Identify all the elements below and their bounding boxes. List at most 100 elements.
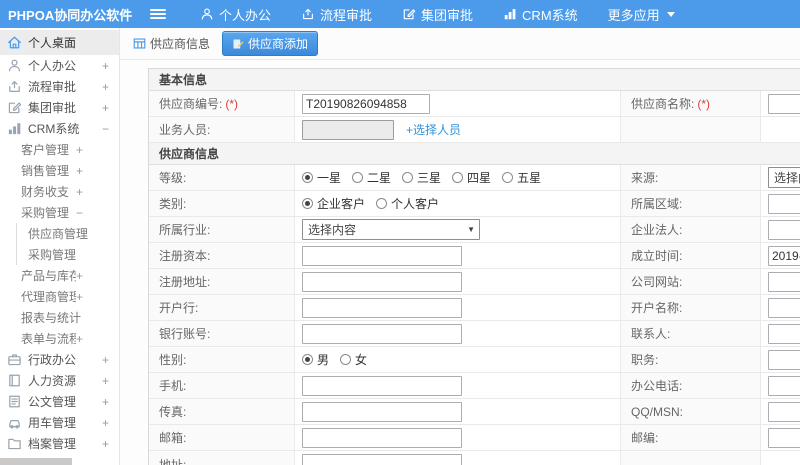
field-label: 开户行: [149, 295, 295, 320]
sidebar-item[interactable]: 财务收支 + [0, 181, 119, 202]
choose-person-link[interactable]: +选择人员 [406, 121, 461, 138]
person-icon [200, 7, 214, 21]
sidebar-item-label: 个人办公 [28, 59, 77, 73]
sidebar-item[interactable]: 人力资源 + [0, 370, 119, 391]
expand-toggle[interactable]: + [76, 164, 83, 178]
grade-radio-option[interactable]: 一星 [302, 169, 341, 186]
sidebar-item[interactable]: CRM系统 − [0, 118, 119, 139]
topnav-item[interactable]: 更多应用 [608, 5, 675, 24]
expand-toggle[interactable]: + [76, 332, 83, 346]
grade-radio-option[interactable]: 五星 [502, 169, 541, 186]
sidebar-item[interactable]: 报表与统计 [0, 307, 119, 328]
source-select[interactable]: 选择内容▼ [768, 167, 800, 188]
topnav-item-label: 集团审批 [421, 7, 474, 23]
form-row: 供应商编号: (*) 供应商名称: (*) [149, 91, 800, 117]
edit-icon [7, 100, 22, 115]
sidebar-item[interactable]: 销售管理 + [0, 160, 119, 181]
expand-toggle[interactable]: − [76, 206, 83, 220]
topnav-item-label: CRM系统 [522, 7, 578, 23]
job-title-input[interactable] [768, 349, 800, 370]
email-input[interactable] [302, 427, 462, 448]
field-label: 邮编: [621, 425, 761, 450]
sidebar-item[interactable]: 产品与库存 + [0, 265, 119, 286]
expand-toggle[interactable]: + [102, 416, 109, 430]
supplier-name-input[interactable] [768, 93, 800, 114]
sidebar-item[interactable]: 客户管理 + [0, 139, 119, 160]
field-cell [761, 91, 800, 116]
form-row: 性别: 男女 职务: [149, 347, 800, 373]
topnav-item[interactable]: 流程审批 [301, 5, 372, 24]
sidebar-item[interactable]: 流程审批 + [0, 76, 119, 97]
radio-icon [502, 172, 514, 183]
topnav-item[interactable]: 集团审批 [402, 5, 473, 24]
sidebar-item[interactable]: 公文管理 + [0, 391, 119, 412]
supplier-code-input[interactable] [302, 93, 430, 114]
registered-capital-input[interactable] [302, 245, 462, 266]
sidebar-item[interactable]: 个人办公 + [0, 55, 119, 76]
fax-input[interactable] [302, 401, 462, 422]
legal-person-input[interactable] [768, 219, 800, 240]
expand-toggle[interactable]: + [76, 269, 83, 283]
form-row: 手机: 办公电话: [149, 373, 800, 399]
sidebar-item[interactable]: 用车管理 + [0, 412, 119, 433]
industry-select[interactable]: 选择内容 ▼ [302, 219, 480, 240]
topnav-item[interactable]: 个人办公 [200, 5, 271, 24]
address-input[interactable] [302, 454, 462, 465]
field-label: 邮箱: [149, 425, 295, 450]
grade-radio-option[interactable]: 四星 [452, 169, 491, 186]
supplier-add-form: 基本信息供应商编号: (*) 供应商名称: (*) 业务人员: +选择人员供应商信息等… [148, 68, 800, 465]
sidebar-item[interactable]: 集团审批 + [0, 97, 119, 118]
tab-供应商添加[interactable]: 供应商添加 [222, 31, 319, 56]
expand-toggle[interactable]: + [76, 290, 83, 304]
expand-toggle[interactable]: + [76, 185, 83, 199]
sidebar-item[interactable]: 行政办公 + [0, 349, 119, 370]
field-cell [761, 373, 800, 398]
postcode-input[interactable] [768, 427, 800, 448]
topnav-item[interactable]: CRM系统 [503, 5, 578, 24]
office-phone-input[interactable] [768, 375, 800, 396]
expand-toggle[interactable]: + [102, 101, 109, 115]
company-website-input[interactable] [768, 271, 800, 292]
mobile-input[interactable] [302, 375, 462, 396]
qq-msn-input[interactable] [768, 401, 800, 422]
expand-toggle[interactable]: + [76, 143, 83, 157]
sidebar-item[interactable]: 采购管理 − [0, 202, 119, 223]
field-cell: 一星 二星 三星 四星 五星 [295, 165, 621, 190]
category-radio-option[interactable]: 企业客户 [302, 195, 365, 212]
app-logo: PHPOA协同办公软件 [8, 7, 133, 23]
field-cell [761, 191, 800, 216]
sidebar-item[interactable]: 供应商管理 [17, 223, 119, 244]
expand-toggle[interactable]: − [102, 122, 109, 136]
form-row: 等级: 一星二星三星四星五星 来源: 选择内容▼ [149, 165, 800, 191]
registered-address-input[interactable] [302, 271, 462, 292]
expand-toggle[interactable]: + [102, 395, 109, 409]
chart-icon [503, 7, 517, 21]
sidebar-item[interactable]: 代理商管理 + [0, 286, 119, 307]
field-label: 来源: [621, 165, 761, 190]
sidebar-item[interactable]: 采购管理 [17, 244, 119, 265]
sidebar-item[interactable]: 表单与流程设置+ [0, 328, 119, 349]
region-input[interactable] [768, 193, 800, 214]
expand-toggle[interactable]: + [102, 59, 109, 73]
menu-icon[interactable] [150, 9, 166, 19]
category-radio-option[interactable]: 个人客户 [376, 195, 439, 212]
tab-供应商信息[interactable]: 供应商信息 [133, 35, 210, 52]
grade-radio-option[interactable]: 二星 [352, 169, 391, 186]
business-person-input[interactable] [302, 119, 394, 140]
grade-radio-option[interactable]: 三星 [402, 169, 441, 186]
gender-radio-option[interactable]: 男 [302, 351, 329, 368]
bank-account-input[interactable] [302, 323, 462, 344]
expand-toggle[interactable]: + [102, 80, 109, 94]
caret-down-icon: ▼ [467, 225, 475, 234]
gender-radio-option[interactable]: 女 [340, 351, 367, 368]
sidebar-item[interactable]: 个人桌面 [0, 30, 119, 55]
sidebar-item[interactable]: 档案管理 + [0, 433, 119, 454]
contact-person-input[interactable] [768, 323, 800, 344]
account-name-input[interactable] [768, 297, 800, 318]
expand-toggle[interactable]: + [102, 353, 109, 367]
founding-date-input[interactable] [768, 245, 800, 266]
expand-toggle[interactable]: + [102, 437, 109, 451]
expand-toggle[interactable]: + [102, 374, 109, 388]
field-label: 开户名称: [621, 295, 761, 320]
bank-input[interactable] [302, 297, 462, 318]
